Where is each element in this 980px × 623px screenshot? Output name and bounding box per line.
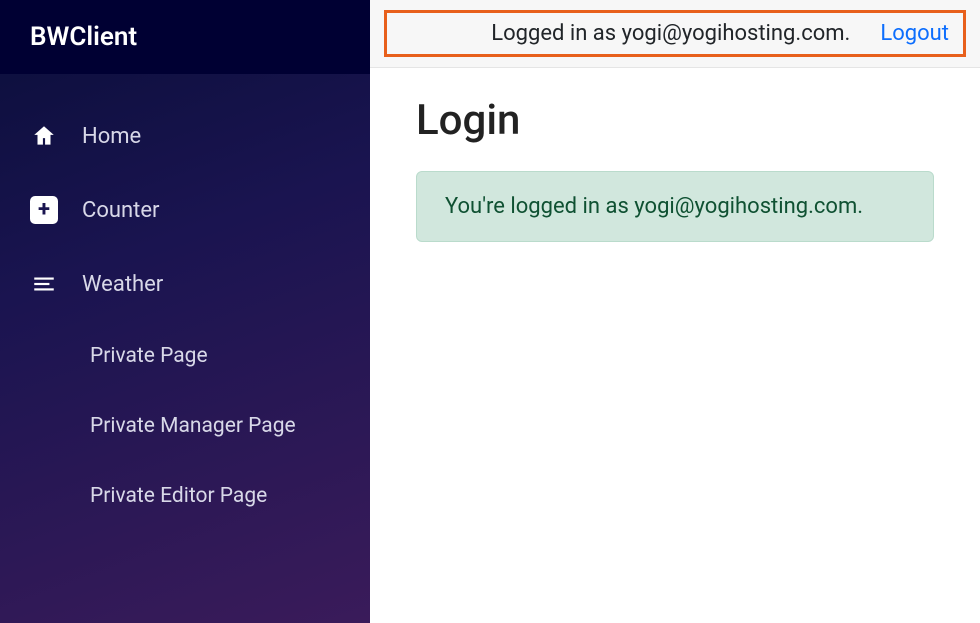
sidebar-item-label: Counter [82, 198, 159, 223]
sidebar-item-label: Home [82, 124, 141, 149]
logout-link[interactable]: Logout [880, 21, 949, 46]
list-icon [30, 270, 58, 298]
nav: Home + Counter Weather Private Page Priv… [0, 74, 370, 536]
sidebar-item-label: Weather [82, 272, 163, 297]
sidebar-item-weather[interactable]: Weather [0, 252, 370, 316]
sidebar-item-label: Private Page [90, 344, 208, 368]
sidebar-item-label: Private Manager Page [90, 414, 296, 438]
alert-success: You're logged in as yogi@yogihosting.com… [416, 171, 934, 242]
home-icon [30, 122, 58, 150]
sidebar: BWClient Home + Counter Weather Private … [0, 0, 370, 623]
topbar: Logged in as yogi@yogihosting.com. Logou… [370, 0, 980, 68]
logged-in-text: Logged in as yogi@yogihosting.com. [491, 21, 850, 46]
content: Login You're logged in as yogi@yogihosti… [370, 68, 980, 270]
sidebar-item-label: Private Editor Page [90, 484, 267, 508]
sidebar-item-home[interactable]: Home [0, 104, 370, 168]
sidebar-item-counter[interactable]: + Counter [0, 178, 370, 242]
main: Logged in as yogi@yogihosting.com. Logou… [370, 0, 980, 623]
sidebar-item-private-page[interactable]: Private Page [0, 326, 370, 386]
sidebar-item-private-editor[interactable]: Private Editor Page [0, 466, 370, 526]
brand-title[interactable]: BWClient [0, 0, 370, 74]
topbar-highlighted: Logged in as yogi@yogihosting.com. Logou… [384, 10, 966, 57]
page-title: Login [416, 96, 934, 145]
plus-icon: + [30, 196, 58, 224]
sidebar-item-private-manager[interactable]: Private Manager Page [0, 396, 370, 456]
